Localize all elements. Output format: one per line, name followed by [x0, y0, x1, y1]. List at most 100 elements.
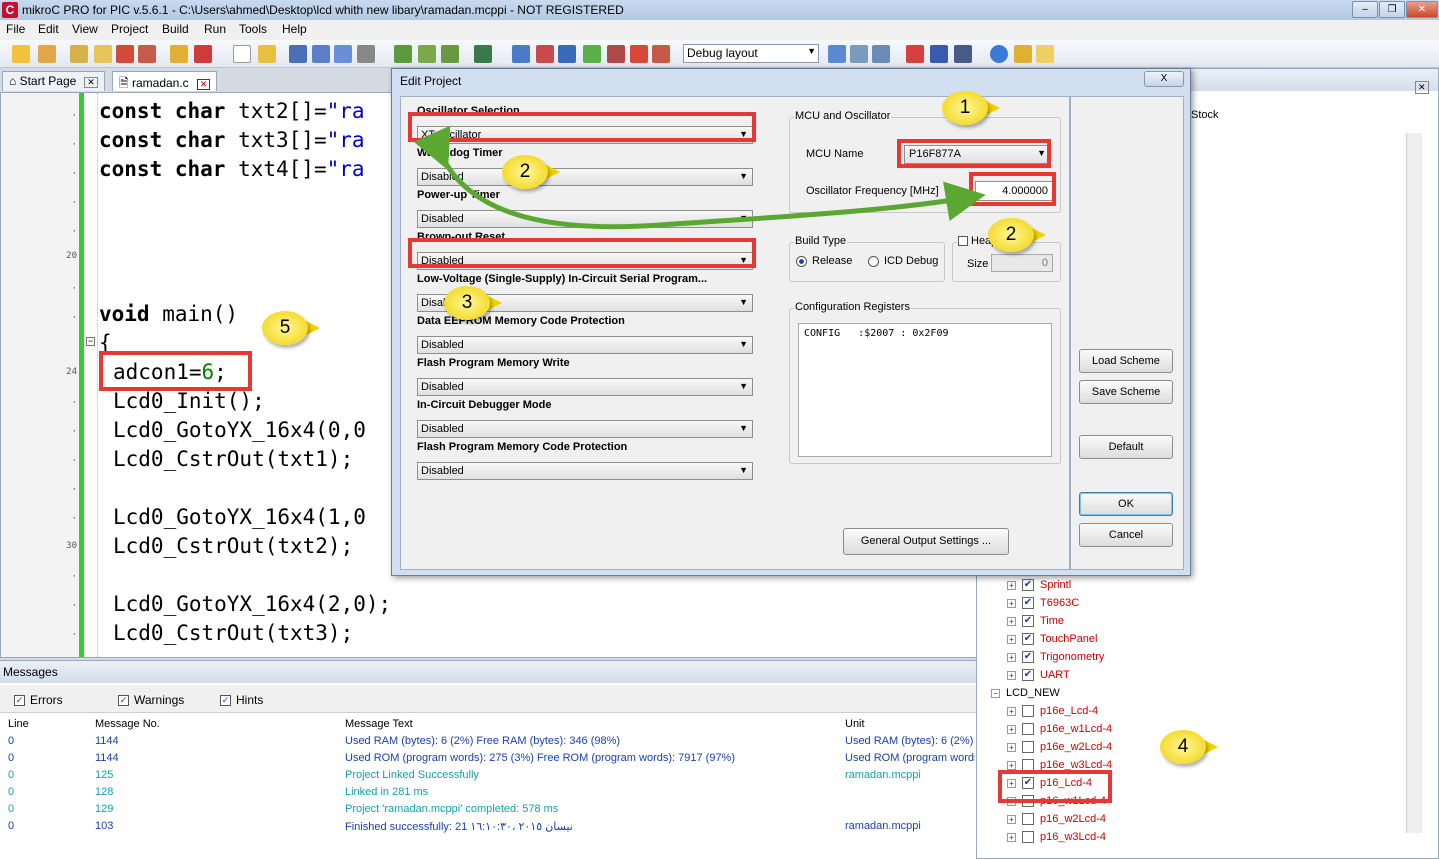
library-item[interactable]: + p16e_w2Lcd-4 — [1007, 741, 1112, 759]
tool-icon[interactable] — [607, 45, 625, 63]
checkbox-icon[interactable] — [1022, 813, 1034, 826]
filter-errors[interactable]: ✓ Errors — [14, 693, 63, 707]
build-all-icon[interactable] — [418, 45, 436, 63]
add-file-icon[interactable] — [70, 45, 88, 63]
chart-icon[interactable] — [536, 45, 554, 63]
menu-file[interactable]: File — [6, 22, 25, 36]
field-select[interactable]: Disabled ▼ — [417, 378, 753, 396]
field-select[interactable]: Disabled ▼ — [417, 168, 753, 186]
library-item[interactable]: + p16_w2Lcd-4 — [1007, 813, 1106, 831]
close-icon[interactable]: ✕ — [1415, 81, 1429, 94]
expand-icon[interactable]: + — [1007, 634, 1016, 644]
checkbox-checked-icon[interactable]: ✔ — [1022, 579, 1034, 592]
column-header[interactable]: Unit — [845, 718, 865, 730]
expand-icon[interactable]: + — [1007, 616, 1016, 626]
expand-icon[interactable]: + — [1007, 760, 1016, 770]
close-folder-icon[interactable] — [194, 45, 212, 63]
print-icon[interactable] — [357, 45, 375, 63]
expand-icon[interactable]: + — [1007, 832, 1016, 842]
close-icon[interactable]: ✕ — [196, 79, 211, 90]
register-icon[interactable] — [1036, 45, 1054, 63]
layout-icon[interactable] — [872, 45, 890, 63]
library-item[interactable]: + p16e_w1Lcd-4 — [1007, 723, 1112, 741]
default-button[interactable]: Default — [1079, 435, 1173, 459]
edit-project-icon[interactable] — [38, 45, 56, 63]
ascii-chart-icon[interactable] — [906, 45, 924, 63]
menu-help[interactable]: Help — [282, 22, 307, 36]
minimize-button[interactable]: – — [1352, 1, 1378, 18]
open-file-icon[interactable] — [258, 45, 276, 63]
expand-icon[interactable]: + — [1007, 742, 1016, 752]
field-select[interactable]: Disabled ▼ — [417, 462, 753, 480]
expand-icon[interactable]: + — [1007, 814, 1016, 824]
column-header[interactable]: Message No. — [95, 718, 160, 730]
tab-start-page[interactable]: ⌂ Start Page ✕ — [2, 71, 105, 91]
library-scrollbar[interactable] — [1406, 133, 1422, 833]
checkbox-icon[interactable] — [1022, 723, 1034, 736]
message-row[interactable]: 0 129 Project 'ramadan.mcppi' completed: 5… — [0, 802, 980, 819]
menu-view[interactable]: View — [72, 22, 98, 36]
column-header[interactable]: Line — [8, 718, 29, 730]
load-scheme-button[interactable]: Load Scheme — [1079, 349, 1173, 373]
maximize-button[interactable]: ❐ — [1379, 1, 1405, 18]
message-row[interactable]: 0 128 Linked in 281 ms — [0, 785, 980, 802]
field-select[interactable]: Disabled ▼ — [417, 210, 753, 228]
options-icon[interactable] — [652, 45, 670, 63]
library-item[interactable]: + p16e_Lcd-4 — [1007, 705, 1098, 723]
close-icon[interactable]: ✕ — [84, 77, 98, 88]
library-group[interactable]: − LCD_NEW — [991, 687, 1060, 705]
remove-file-icon[interactable] — [94, 45, 112, 63]
new-file-icon[interactable] — [233, 45, 251, 63]
message-row[interactable]: 0 1144 Used ROM (program words): 275 (3%) … — [0, 751, 980, 768]
tab-ramadan-c[interactable]: 🗎 ramadan.c ✕ — [112, 71, 218, 91]
close-project-icon[interactable] — [138, 45, 156, 63]
menu-build[interactable]: Build — [162, 22, 189, 36]
config-registers-text[interactable]: CONFIG :$2007 : 0x2F09 — [798, 323, 1052, 457]
save-icon[interactable] — [289, 45, 307, 63]
expand-icon[interactable]: + — [1007, 706, 1016, 716]
close-window-button[interactable]: ✕ — [1406, 1, 1438, 18]
font-icon[interactable] — [558, 45, 576, 63]
ok-button[interactable]: OK — [1079, 492, 1173, 516]
checkbox-icon[interactable] — [1022, 831, 1034, 844]
library-item[interactable]: + ✔ UART — [1007, 669, 1070, 687]
message-row[interactable]: 0 1144 Used RAM (bytes): 6 (2%) Free RAM (… — [0, 734, 980, 751]
expand-icon[interactable]: + — [1007, 580, 1016, 590]
checkbox-checked-icon[interactable]: ✔ — [1022, 615, 1034, 628]
delete-layout-icon[interactable] — [850, 45, 868, 63]
menu-edit[interactable]: Edit — [38, 22, 59, 36]
heap-size-input[interactable]: 0 — [991, 254, 1053, 272]
save-as-icon[interactable] — [312, 45, 330, 63]
program-icon[interactable] — [474, 45, 492, 63]
library-item[interactable]: + p16_w3Lcd-4 — [1007, 831, 1106, 849]
checkbox-checked-icon[interactable]: ✔ — [1022, 651, 1034, 664]
message-row[interactable]: 0 125 Project Linked Successfully ramadan.m… — [0, 768, 980, 785]
build-project-icon[interactable] — [441, 45, 459, 63]
checkbox-icon[interactable] — [1022, 741, 1034, 754]
release-radio[interactable]: Release — [796, 255, 852, 267]
layout-dropdown[interactable]: Debug layout ▼ — [683, 44, 819, 63]
filter-hints[interactable]: ✓ Hints — [220, 693, 263, 707]
column-header[interactable]: Message Text — [345, 718, 413, 730]
save-all-icon[interactable] — [334, 45, 352, 63]
library-item[interactable]: + ✔ TouchPanel — [1007, 633, 1098, 651]
checkbox-checked-icon[interactable]: ✔ — [1022, 597, 1034, 610]
menu-tools[interactable]: Tools — [239, 22, 267, 36]
checkbox-checked-icon[interactable]: ✔ — [1022, 669, 1034, 682]
open-folder-icon[interactable] — [170, 45, 188, 63]
collapse-icon[interactable]: − — [991, 688, 1000, 698]
filter-warnings[interactable]: ✓ Warnings — [118, 693, 184, 707]
field-select[interactable]: Disabled ▼ — [417, 336, 753, 354]
expand-icon[interactable]: + — [1007, 670, 1016, 680]
general-output-settings-button[interactable]: General Output Settings ... — [843, 528, 1009, 555]
help-icon[interactable] — [990, 45, 1008, 63]
icd-debug-radio[interactable]: ICD Debug — [868, 255, 938, 267]
checkbox-checked-icon[interactable]: ✔ — [1022, 633, 1034, 646]
dialog-close-button[interactable]: X — [1144, 71, 1184, 87]
cancel-button[interactable]: Cancel — [1079, 523, 1173, 547]
menu-run[interactable]: Run — [204, 22, 226, 36]
project-settings-icon[interactable] — [116, 45, 134, 63]
expand-icon[interactable]: + — [1007, 598, 1016, 608]
export-icon[interactable] — [630, 45, 648, 63]
menu-project[interactable]: Project — [111, 22, 148, 36]
